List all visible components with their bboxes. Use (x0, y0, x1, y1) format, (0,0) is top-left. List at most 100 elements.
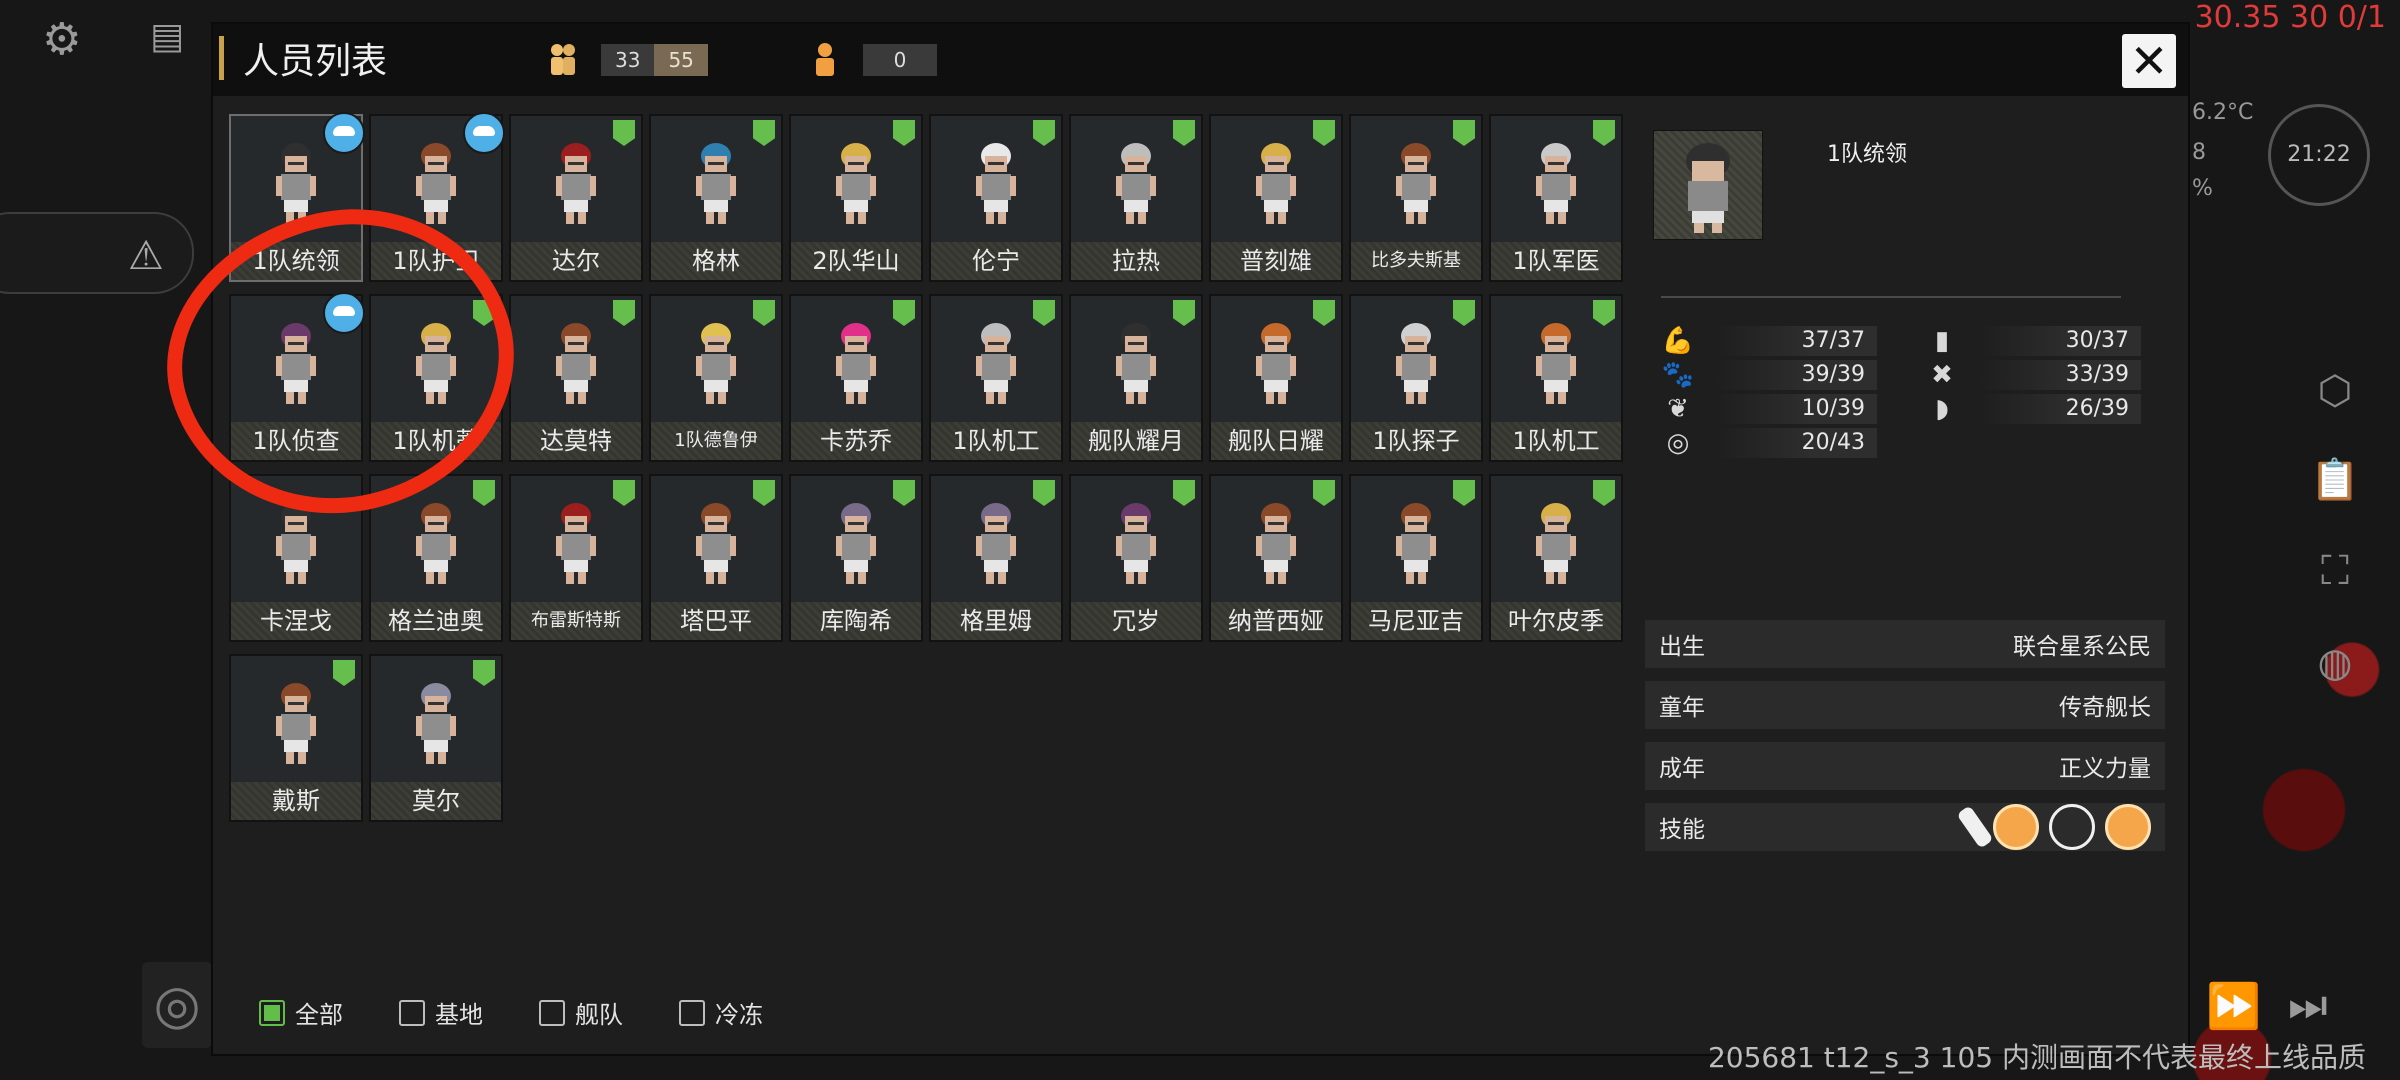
crew-card[interactable]: 1队侦查 (229, 292, 365, 462)
stat-row: ❦ 10/39 (1661, 394, 1877, 424)
crew-card[interactable]: 达尔 (509, 114, 643, 282)
filter-option[interactable]: 冷冻 (679, 995, 763, 1030)
crew-card[interactable]: 拉热 (1069, 114, 1203, 282)
build-footer: 205681 t12_s_3 105 内测画面不代表最终上线品质 (1707, 1041, 2366, 1074)
crew-card[interactable]: 舰队日耀 (1209, 294, 1343, 462)
active-badge-icon (1453, 300, 1475, 326)
info-row: 童年 传奇舰长 (1645, 681, 2165, 729)
crew-card[interactable]: 舰队耀月 (1069, 294, 1203, 462)
crew-name: 2队华山 (791, 242, 921, 280)
filter-option[interactable]: 基地 (399, 995, 483, 1030)
crew-card[interactable]: 1队军医 (1489, 114, 1623, 282)
active-badge-icon (1453, 480, 1475, 506)
clock-dial[interactable]: 21:22 (2268, 104, 2370, 206)
crew-name: 库陶希 (791, 602, 921, 640)
crew-card[interactable]: 马尼亚吉 (1349, 474, 1483, 642)
tools-icon: ✖ (1931, 360, 1953, 390)
crew-card[interactable]: 1队机工 (929, 294, 1063, 462)
crew-name: 达尔 (511, 242, 641, 280)
sleep-skill-icon[interactable] (2105, 804, 2151, 850)
filter-checkbox[interactable] (399, 999, 425, 1026)
crew-name: 马尼亚吉 (1351, 602, 1481, 640)
crew-card[interactable]: 叶尔皮季 (1489, 474, 1623, 642)
crew-card[interactable]: 比多夫斯基 (1349, 114, 1483, 282)
crew-sprite (416, 323, 456, 404)
crew-name: 1队护卫 (371, 242, 501, 280)
crew-card[interactable]: 塔巴平 (649, 474, 783, 642)
crew-name: 1队统领 (231, 242, 361, 280)
active-badge-icon (753, 120, 775, 146)
crew-card[interactable]: 伦宁 (929, 114, 1063, 282)
crew-card[interactable]: 1队护卫 (369, 112, 505, 282)
crew-sprite (416, 143, 456, 224)
crew-card[interactable]: 卡苏乔 (789, 294, 923, 462)
knife-skill-icon[interactable] (2049, 804, 2095, 850)
crew-sprite (556, 503, 596, 584)
stat-value: 10/39 (1715, 394, 1877, 424)
chat-icon[interactable]: ▤ (150, 16, 184, 57)
temperature-readout: 6.2°C (2192, 100, 2254, 125)
warning-icon[interactable]: ⚠ (128, 233, 164, 279)
info-value: 传奇舰长 (2059, 695, 2151, 721)
vortex-icon[interactable]: ◎ (142, 962, 212, 1048)
side-readout-1: 8 (2192, 140, 2206, 165)
crew-name: 纳普西娅 (1211, 602, 1341, 640)
crew-card[interactable]: 布雷斯特斯 (509, 474, 643, 642)
filter-checkbox[interactable] (679, 999, 705, 1026)
active-badge-icon (893, 120, 915, 146)
detail-divider (1661, 296, 2121, 298)
crew-card[interactable]: 普刻雄 (1209, 114, 1343, 282)
crew-sprite (1256, 503, 1296, 584)
cube-icon[interactable]: ⬡ (2310, 368, 2360, 418)
crew-card[interactable]: 1队德鲁伊 (649, 294, 783, 462)
active-badge-icon (1033, 300, 1055, 326)
crew-card[interactable]: 1队机工 (1489, 294, 1623, 462)
people-icon (551, 44, 575, 75)
crew-card[interactable]: 库陶希 (789, 474, 923, 642)
sleep-skill-icon[interactable] (1993, 804, 2039, 850)
filter-checkbox[interactable] (259, 999, 285, 1026)
info-label: 技能 (1659, 817, 1705, 843)
crew-card[interactable]: 1队机蒂 (369, 294, 503, 462)
close-button[interactable]: ✕ (2122, 34, 2176, 88)
crew-card[interactable]: 戴斯 (229, 654, 363, 822)
crew-card[interactable]: 卡涅戈 (229, 474, 363, 642)
crew-card[interactable]: 格兰迪奥 (369, 474, 503, 642)
crew-name: 1队机蒂 (371, 422, 501, 460)
alert-pill[interactable] (0, 212, 194, 294)
feather-skill-icon[interactable] (1956, 805, 1994, 849)
filter-option[interactable]: 全部 (259, 995, 343, 1030)
settings-gear-icon[interactable]: ⚙ (42, 14, 81, 65)
filter-checkbox[interactable] (539, 999, 565, 1026)
active-badge-icon (1173, 300, 1195, 326)
crew-card[interactable]: 1队探子 (1349, 294, 1483, 462)
active-badge-icon (1313, 300, 1335, 326)
panel-header: 人员列表 33 55 0 ✕ (213, 24, 2188, 96)
scan-icon[interactable]: ⛶ (2310, 548, 2360, 598)
stat-row: 🐾 39/39 (1661, 360, 1877, 390)
crew-card[interactable]: 纳普西娅 (1209, 474, 1343, 642)
crew-card[interactable]: 达莫特 (509, 294, 643, 462)
crew-card[interactable]: 2队华山 (789, 114, 923, 282)
crew-card[interactable]: 格林 (649, 114, 783, 282)
filter-label: 舰队 (575, 1001, 623, 1029)
clipboard-icon[interactable]: 📋 (2310, 456, 2360, 506)
active-badge-icon (613, 120, 635, 146)
fastest-forward-icon[interactable]: ⏭ (2288, 980, 2328, 1031)
info-value: 联合星系公民 (2013, 634, 2151, 660)
strength-icon: 💪 (1661, 326, 1695, 356)
active-badge-icon (473, 300, 495, 326)
crew-card[interactable]: 冗岁 (1069, 474, 1203, 642)
crew-name: 莫尔 (371, 782, 501, 820)
title-accent (219, 36, 224, 80)
stat-row: ✖ 33/39 (1925, 360, 2141, 390)
globe-icon[interactable]: ◍ (2310, 640, 2360, 690)
crew-card[interactable]: 莫尔 (369, 654, 503, 822)
stat-value: 30/37 (1979, 326, 2141, 356)
fast-forward-icon[interactable]: ⏩ (2206, 980, 2261, 1032)
crew-card[interactable]: 1队统领 (229, 112, 365, 282)
filter-option[interactable]: 舰队 (539, 995, 623, 1030)
active-badge-icon (753, 300, 775, 326)
leader-title: 1队统领 (1827, 142, 1907, 167)
crew-card[interactable]: 格里姆 (929, 474, 1063, 642)
